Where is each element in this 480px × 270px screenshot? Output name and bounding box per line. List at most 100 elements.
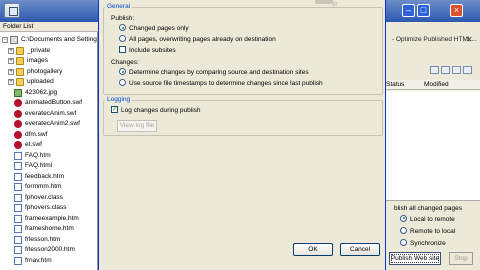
tree-item-label: frameexample.htm [25,214,79,222]
radio-button-icon[interactable] [119,68,126,75]
flash-file-icon [14,109,22,118]
tree-item-label: _private [27,46,51,54]
tree-item-label: fphovers.class [25,204,67,211]
download-arrow-icon[interactable] [441,66,450,74]
column-status[interactable]: Status [386,80,404,90]
html-file-icon [14,204,22,212]
file-list-item[interactable]: everatecAnim.swf [0,109,98,119]
option-all-pages[interactable]: All pages, overwriting pages already on … [119,35,276,44]
file-list-item[interactable]: frameshome.htm [0,224,98,234]
file-list-item[interactable]: fphovers.class [0,203,98,213]
checkbox-icon[interactable] [119,46,126,53]
close-panel-icon[interactable]: ✕ [466,35,473,44]
delete-icon[interactable] [452,66,461,74]
radio-button-icon[interactable] [119,35,126,42]
file-list-item[interactable]: FAQ.html [0,161,98,171]
file-list-item[interactable]: et.swf [0,140,98,150]
file-list-item[interactable]: dfm.swf [0,130,98,140]
expand-icon[interactable]: + [8,47,14,54]
close-window-icon[interactable]: × [450,4,463,17]
folder-tree-item[interactable]: + photogallery [0,67,98,77]
tree-item-label: images [27,57,48,64]
option-changed-pages-only[interactable]: Changed pages only [119,24,189,33]
file-list-item[interactable]: frlesson2000.htm [0,245,98,255]
folder-tree-item[interactable]: − C:\Documents and Setting [0,35,98,45]
file-list-item[interactable]: FAQ.htm [0,151,98,161]
html-file-icon [14,193,22,202]
radio-synchronize[interactable]: Synchronize [400,238,446,249]
include-subsites-checkbox[interactable]: Include subsites [119,46,176,54]
upload-arrow-icon[interactable] [430,66,439,74]
html-file-icon [14,235,22,244]
file-list-item[interactable]: frnav.htm [0,256,98,266]
folder-tree-item[interactable]: + images [0,56,98,66]
flash-file-icon [14,120,22,128]
tree-item-label: everatecAnim.swf [25,109,77,117]
html-file-icon [14,183,22,191]
html-file-icon [14,162,22,170]
option-compare-source-destination[interactable]: Determine changes by comparing source an… [119,68,309,77]
html-file-icon [14,172,22,181]
radio-label: Synchronize [410,240,446,247]
radio-label: Changed pages only [129,25,189,33]
cancel-button[interactable]: Cancel [340,243,380,256]
radio-remote-to-local[interactable]: Remote to local [400,226,455,237]
radio-button-icon[interactable] [400,214,407,222]
file-list-item[interactable]: frlesson.htm [0,235,98,245]
folder-tree-item[interactable]: + _private [0,46,98,56]
file-list-item[interactable]: formmm.htm [0,182,98,192]
radio-button-icon[interactable] [400,226,407,234]
radio-label: All pages, overwriting pages already on … [129,36,276,44]
publish-label: Publish: [111,15,135,22]
radio-local-to-remote[interactable]: Local to remote [400,214,455,225]
main-window-titlebar [386,0,480,22]
file-list-item[interactable]: fphover.class [0,193,98,203]
stop-transfer-icon[interactable] [463,66,472,74]
file-list-item[interactable]: 423062.jpg [0,88,98,98]
tree-item-label: photogallery [27,67,63,75]
tree-item-label: uploaded [27,78,54,85]
general-legend: General [105,3,133,10]
radio-button-icon[interactable] [119,24,126,31]
ok-button[interactable]: OK [293,243,333,256]
tree-item-label: formmm.htm [25,183,62,190]
view-log-file-button[interactable]: View log file [117,120,157,132]
minimize-icon[interactable]: – [402,4,415,17]
option-use-timestamps[interactable]: Use source file timestamps to determine … [119,79,323,88]
tree-item-label: everatecAnim2.swf [25,120,80,127]
radio-button-icon[interactable] [119,79,126,86]
expand-icon[interactable]: + [8,58,14,64]
column-modified[interactable]: Modified [424,80,449,90]
maximize-icon[interactable]: □ [417,4,430,17]
radio-label: Use source file timestamps to determine … [129,80,323,88]
file-list-item[interactable]: animatedButton.swf [0,98,98,108]
expand-icon[interactable]: + [8,79,14,85]
stop-button[interactable]: Stop [449,252,473,265]
remote-file-list[interactable] [386,91,480,201]
tree-item-label: frameshome.htm [25,225,74,232]
tree-item-label: C:\Documents and Setting [21,36,97,43]
publish-web-site-button[interactable]: Publish Web site [389,252,441,265]
folder-view-icon[interactable] [4,3,20,18]
folder-tree-item[interactable]: + uploaded [0,77,98,87]
radio-label: Local to remote [410,216,455,223]
checkbox-label: Log changes during publish [121,107,201,115]
checkbox-icon[interactable] [111,105,118,113]
tree-item-label: frlesson2000.htm [25,246,75,253]
changes-label: Changes: [111,59,139,66]
html-file-icon [14,151,22,160]
image-file-icon [14,88,22,97]
file-list-item[interactable]: feedback.htm [0,172,98,182]
radio-label: Determine changes by comparing source an… [129,69,309,77]
log-changes-checkbox[interactable]: Log changes during publish [111,105,201,115]
collapse-icon[interactable]: − [2,37,8,43]
file-list-item[interactable]: everatecAnim2.swf [0,119,98,129]
tree-item-label: FAQ.htm [25,151,51,159]
flash-file-icon [14,130,22,139]
expand-icon[interactable]: + [8,68,14,75]
folder-list-header: Folder List [0,22,98,32]
radio-button-icon[interactable] [400,238,407,246]
tree-item-label: frnav.htm [25,256,52,264]
folder-panel-toolbar [0,0,98,22]
file-list-item[interactable]: frameexample.htm [0,214,98,224]
